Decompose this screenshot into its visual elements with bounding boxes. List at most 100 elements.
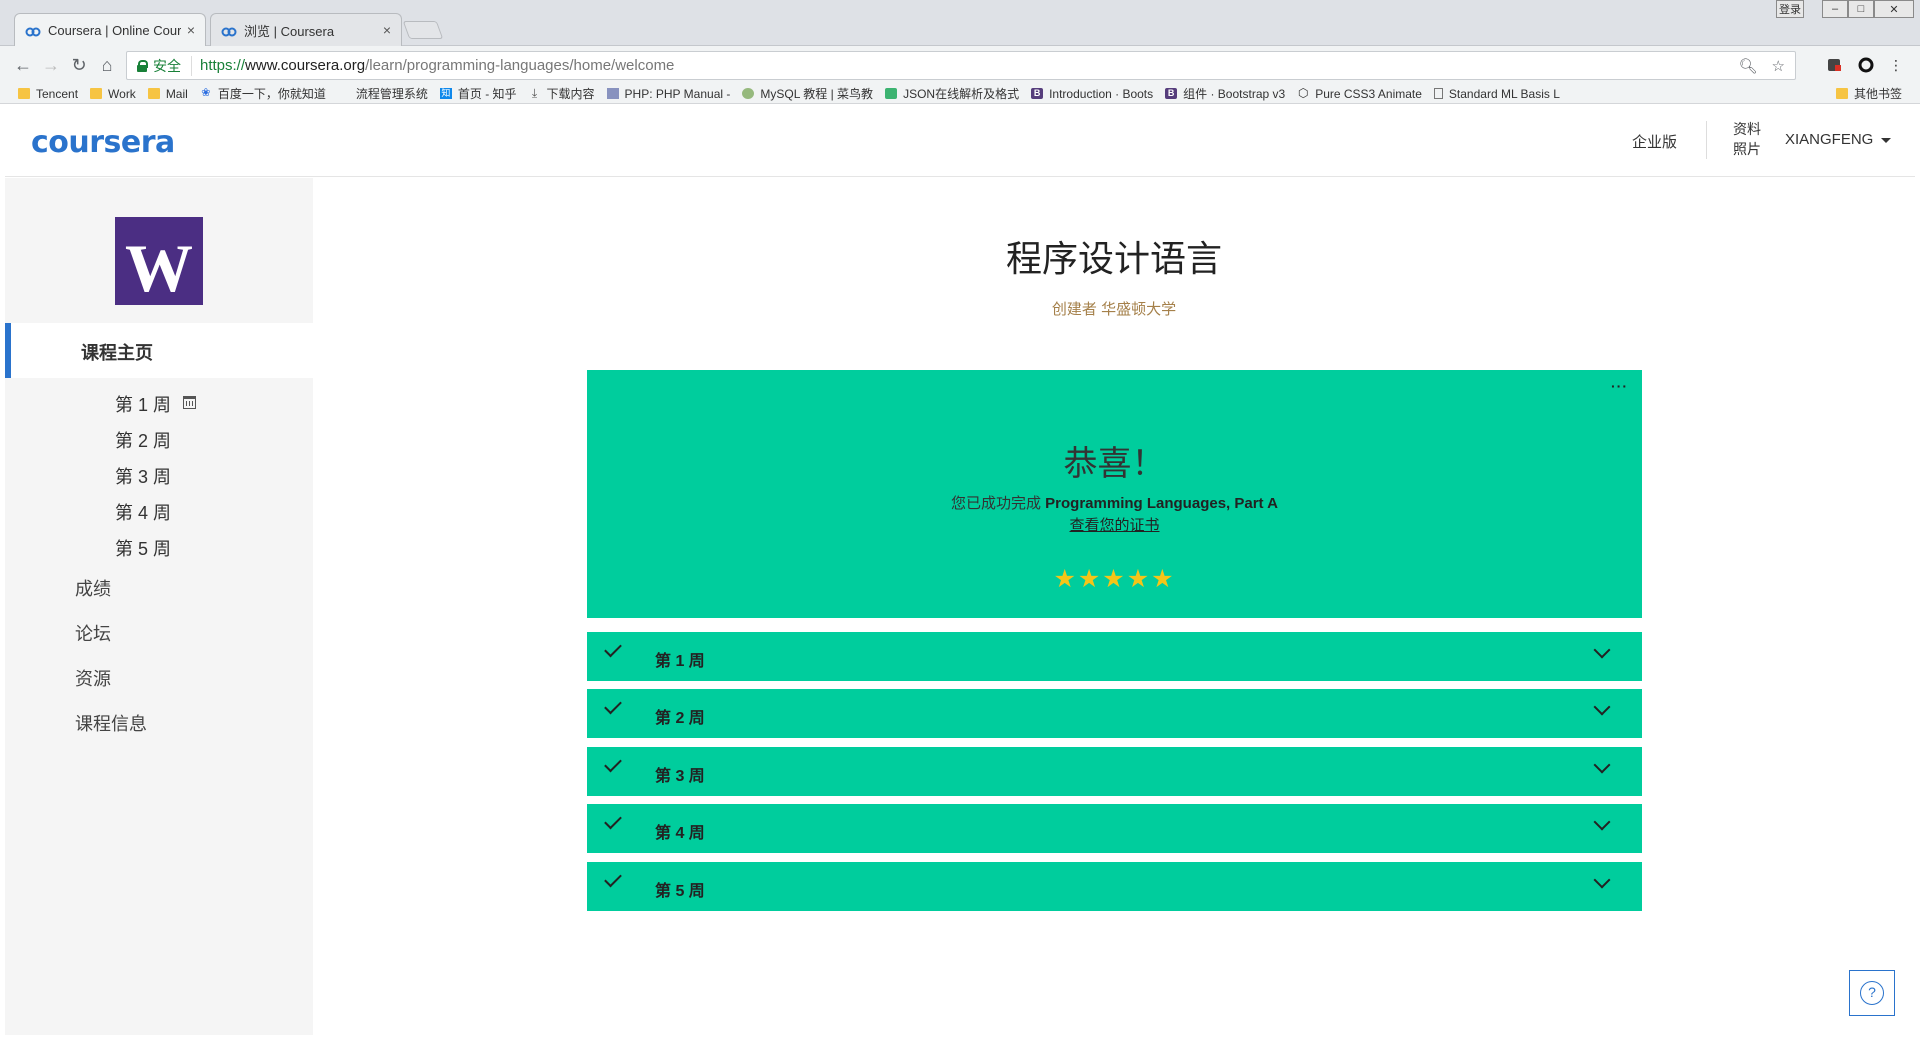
check-icon <box>604 754 622 773</box>
runoob-icon <box>742 88 755 99</box>
php-icon <box>606 88 619 99</box>
lock-icon <box>137 59 148 72</box>
bookmark-downloads[interactable]: ⤓ 下载内容 <box>529 85 595 102</box>
bookmark-zhihu[interactable]: 知首页 - 知乎 <box>439 85 517 102</box>
address-bar[interactable]: 安全 https://www.coursera.org/learn/progra… <box>126 51 1796 80</box>
bookmark-work[interactable]: Work <box>90 87 136 101</box>
week-row-label: 第 2 周 <box>655 710 705 727</box>
bookmark-pure-css3[interactable]: ⬡ Pure CSS3 Animate <box>1297 87 1422 101</box>
tab-coursera-browse[interactable]: 浏览 | Coursera × <box>210 13 402 46</box>
bookmark-bootstrap-components[interactable]: B 组件 · Bootstrap v3 <box>1165 85 1285 102</box>
url-path: /learn/programming-languages/home/welcom… <box>365 57 675 74</box>
sidebar-item-label: 课程主页 <box>81 343 153 363</box>
week-row-label: 第 1 周 <box>655 653 705 670</box>
profile-photo-placeholder[interactable]: 资料 照片 <box>1733 119 1767 159</box>
bookmark-mysql-runoob[interactable]: MySQL 教程 | 菜鸟教 <box>742 85 873 102</box>
tab-title: Coursera | Online Cour <box>48 22 181 38</box>
browser-chrome: Coursera | Online Cour × 浏览 | Coursera ×… <box>0 0 1920 104</box>
bookmark-json-parser[interactable]: JSON在线解析及格式 <box>885 85 1019 102</box>
view-certificate-link[interactable]: 查看您的证书 <box>587 514 1642 535</box>
reload-icon[interactable]: ↻ <box>68 54 90 76</box>
bookmark-process-system[interactable]: 流程管理系统 <box>356 85 428 102</box>
baidu-paw-icon: ❀ <box>201 87 211 99</box>
bootstrap-icon: B <box>1031 88 1044 99</box>
week-row-5[interactable]: 第 5 周 <box>587 862 1642 911</box>
new-tab-button[interactable] <box>402 21 444 39</box>
course-creator[interactable]: 创建者 华盛顿大学 <box>313 298 1915 319</box>
calendar-icon <box>183 396 197 409</box>
bookmark-mail[interactable]: Mail <box>147 87 188 101</box>
sidebar-item-week-3[interactable]: 第 3 周 <box>115 463 171 489</box>
back-icon[interactable]: ← <box>12 54 34 76</box>
chevron-down-icon[interactable] <box>1593 871 1611 889</box>
bookmarks-bar: Tencent Work Mail ❀ 百度一下，你就知道 流程管理系统 知首页 … <box>0 84 1920 104</box>
page-icon <box>1433 88 1443 99</box>
sidebar-item-course-info[interactable]: 课程信息 <box>75 710 147 736</box>
tab-close-icon[interactable]: × <box>383 22 391 38</box>
check-icon <box>604 811 622 830</box>
sidebar-item-week-4[interactable]: 第 4 周 <box>115 499 171 525</box>
week-row-2[interactable]: 第 2 周 <box>587 689 1642 738</box>
browser-toolbar: ← → ↻ ⌂ 安全 https://www.coursera.org/lear… <box>0 46 1920 84</box>
url-host: www.coursera.org <box>245 57 366 74</box>
bootstrap-icon: B <box>1165 88 1178 99</box>
main-content: 程序设计语言 创建者 华盛顿大学 ··· 恭喜！ 您已成功完成 Programm… <box>313 178 1915 1035</box>
sidebar-item-grades[interactable]: 成绩 <box>75 575 111 601</box>
bookmark-bootstrap-intro[interactable]: B Introduction · Boots <box>1031 87 1153 101</box>
folder-icon <box>1835 88 1848 99</box>
bookmark-other[interactable]: 其他书签 <box>1835 85 1902 102</box>
check-icon <box>604 869 622 888</box>
sidebar-item-resources[interactable]: 资源 <box>75 665 111 691</box>
zhihu-icon: 知 <box>439 88 452 99</box>
username-menu[interactable]: XIANGFENG <box>1785 131 1873 148</box>
star-rating[interactable]: ★★★★★ <box>587 564 1642 594</box>
star-icon[interactable]: ☆ <box>1772 57 1785 75</box>
bookmark-php-manual[interactable]: PHP: PHP Manual - <box>606 87 730 101</box>
chevron-down-icon[interactable] <box>1593 641 1611 659</box>
bookmark-standard-ml[interactable]: Standard ML Basis L <box>1433 87 1560 101</box>
tab-coursera-home[interactable]: Coursera | Online Cour × <box>14 13 206 46</box>
forward-icon[interactable]: → <box>40 54 62 76</box>
sidebar-item-week-2[interactable]: 第 2 周 <box>115 427 171 453</box>
completion-message: 您已成功完成 Programming Languages, Part A <box>950 495 1278 512</box>
folder-icon <box>18 88 30 99</box>
home-icon[interactable]: ⌂ <box>96 54 118 76</box>
caret-down-icon[interactable] <box>1881 138 1891 143</box>
week-row-3[interactable]: 第 3 周 <box>587 747 1642 796</box>
menu-kebab-icon[interactable]: ⋮ <box>1886 55 1906 75</box>
week-row-4[interactable]: 第 4 周 <box>587 804 1642 853</box>
extension-icon[interactable] <box>1824 55 1844 75</box>
enterprise-link[interactable]: 企业版 <box>1632 131 1677 152</box>
sidebar-item-week-5[interactable]: 第 5 周 <box>115 535 171 561</box>
week-row-1[interactable]: 第 1 周 <box>587 632 1642 681</box>
help-button[interactable]: ? <box>1849 970 1895 1016</box>
header-divider <box>1706 121 1707 159</box>
coursera-logo[interactable]: coursera <box>31 125 175 160</box>
bookmark-tencent[interactable]: Tencent <box>18 87 78 101</box>
chevron-down-icon[interactable] <box>1593 756 1611 774</box>
minimize-button[interactable]: – <box>1822 0 1848 18</box>
site-header: coursera 企业版 资料 照片 XIANGFENG <box>5 105 1915 177</box>
bookmark-baidu[interactable]: ❀ 百度一下，你就知道 <box>200 85 326 102</box>
close-window-button[interactable]: ✕ <box>1874 0 1914 18</box>
tab-title: 浏览 | Coursera <box>244 23 335 39</box>
zoom-icon[interactable]: 🔍︎ <box>1739 57 1758 75</box>
coursera-favicon-icon <box>221 25 237 37</box>
more-options-icon[interactable]: ··· <box>1611 378 1628 394</box>
coursera-favicon-icon <box>25 25 41 37</box>
chevron-down-icon[interactable] <box>1593 813 1611 831</box>
url-scheme: https:// <box>200 57 246 74</box>
tab-close-icon[interactable]: × <box>187 22 195 38</box>
congrats-card: ··· 恭喜！ 您已成功完成 Programming Languages, Pa… <box>587 370 1642 618</box>
completed-course-name: Programming Languages, Part A <box>1045 495 1278 512</box>
sidebar-item-course-home[interactable]: 课程主页 <box>5 323 313 378</box>
chevron-down-icon[interactable] <box>1593 698 1611 716</box>
maximize-button[interactable]: □ <box>1848 0 1874 18</box>
sidebar-item-forums[interactable]: 论坛 <box>75 620 111 646</box>
sidebar-item-week-1[interactable]: 第 1 周 <box>115 391 197 417</box>
check-icon <box>604 696 622 715</box>
user-profile-button[interactable]: 登录 <box>1776 0 1804 18</box>
course-sidebar: W 课程主页 第 1 周 第 2 周 第 3 周 第 4 周 第 5 周 成绩 … <box>5 178 313 1035</box>
extension-circle-icon[interactable] <box>1856 55 1876 75</box>
week-row-label: 第 3 周 <box>655 768 705 785</box>
